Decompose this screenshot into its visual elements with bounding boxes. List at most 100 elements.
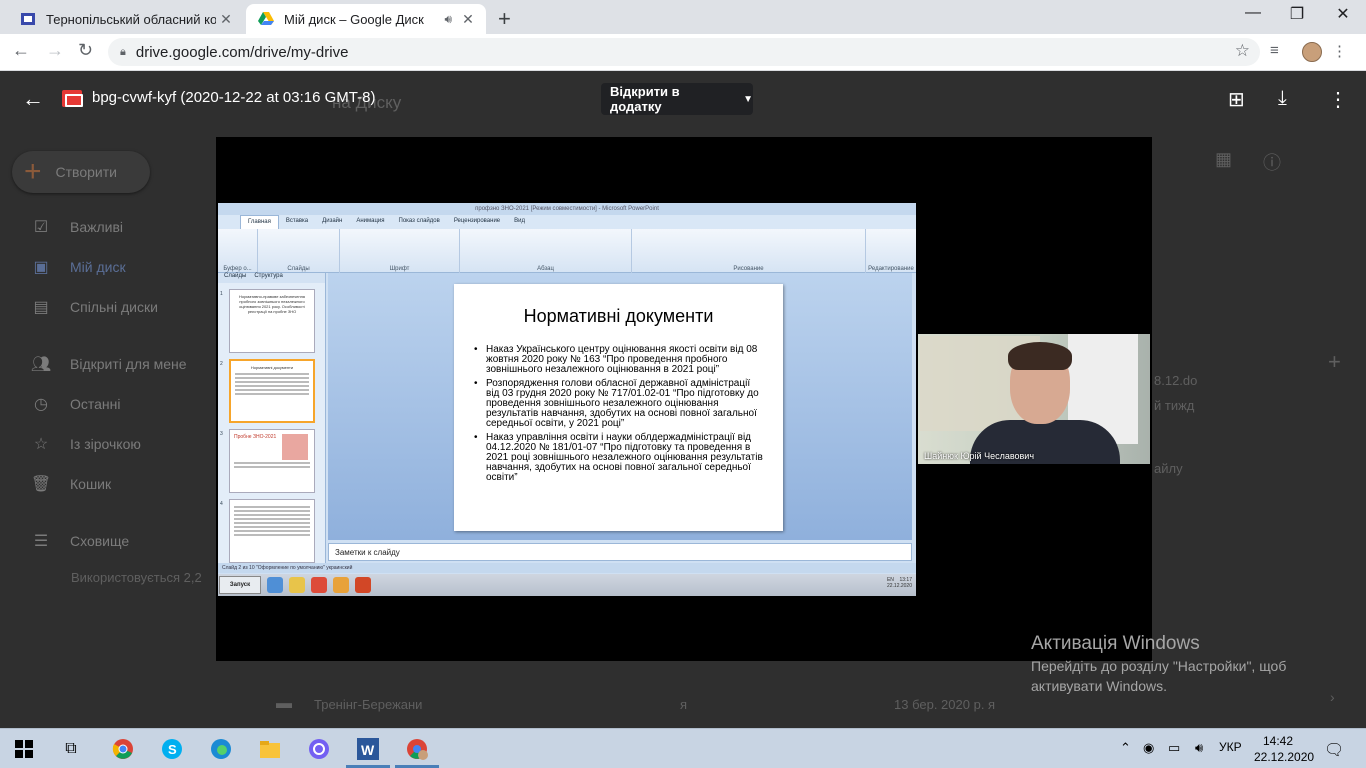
bullet-item: Наказ управління освіти і науки облдержа… bbox=[474, 433, 763, 483]
file-modifier: я bbox=[988, 697, 996, 712]
open-with-label: Відкрити в додатку bbox=[610, 84, 680, 114]
storage-usage-text: Використовується 2,2 bbox=[71, 570, 202, 585]
sidebar-item-storage[interactable]: ☰ Сховище bbox=[30, 531, 129, 551]
skype-icon[interactable]: S bbox=[158, 735, 186, 763]
chrome-icon[interactable] bbox=[109, 735, 137, 763]
minimize-button[interactable]: — bbox=[1230, 4, 1276, 22]
battery-icon[interactable]: ▭ bbox=[1168, 740, 1180, 756]
sidebar-item-priority[interactable]: ☑ Важливі bbox=[30, 217, 123, 237]
viewer-file-title: bpg-cvwf-kyf (2020-12-22 at 03:16 GMT-8) bbox=[92, 89, 376, 106]
back-icon[interactable]: ← bbox=[12, 40, 30, 61]
sidebar-item-label: Останні bbox=[70, 396, 121, 412]
tab-animation[interactable]: Анимация bbox=[349, 215, 391, 229]
bullet-item: Розпорядження голови обласної державної … bbox=[474, 379, 763, 429]
my-drive-icon: ▣ bbox=[33, 259, 49, 276]
windows-start-icon[interactable] bbox=[10, 735, 38, 763]
plus-icon: + bbox=[24, 155, 42, 188]
ie-icon[interactable] bbox=[267, 577, 283, 593]
close-window-button[interactable]: ✕ bbox=[1320, 4, 1366, 24]
tab-google-drive[interactable]: Мій диск – Google Диск 🔊︎ ✕ bbox=[246, 4, 486, 34]
storage-icon: ☰ bbox=[33, 533, 49, 550]
restore-button[interactable]: ❐ bbox=[1274, 4, 1320, 24]
clock-icon: ◷ bbox=[34, 396, 48, 413]
file-explorer-icon[interactable] bbox=[256, 735, 284, 763]
ribbon-group-font: Шрифт bbox=[340, 229, 460, 273]
trash-icon: 🗑︎ bbox=[30, 476, 52, 493]
notifications-icon[interactable]: 🗨︎ bbox=[1324, 740, 1344, 760]
sidebar-item-starred[interactable]: ☆ Із зірочкою bbox=[30, 434, 141, 454]
tab-school[interactable]: Тернопільський обласний кому ✕ bbox=[8, 4, 244, 34]
xp-date: 22.12.2020 bbox=[886, 583, 912, 589]
tab-design[interactable]: Дизайн bbox=[315, 215, 349, 229]
file-viewer-bar: ← bpg-cvwf-kyf (2020-12-22 at 03:16 GMT-… bbox=[0, 71, 1366, 127]
language-indicator[interactable]: УКР bbox=[1219, 740, 1242, 754]
notes-field[interactable]: Заметки к слайду bbox=[328, 543, 912, 561]
windows-taskbar: ⧉ S W ⌃ ◉ ▭ 🔊︎ УКР 14:42 22.12.2020 🗨︎ bbox=[0, 728, 1366, 768]
close-icon[interactable]: ✕ bbox=[458, 11, 478, 28]
powerpoint-icon[interactable] bbox=[355, 577, 371, 593]
sidebar-item-shared-drives[interactable]: ▤ Спільні диски bbox=[30, 297, 158, 317]
new-tab-button[interactable]: + bbox=[498, 6, 511, 32]
slide-title: Нормативні документи bbox=[523, 306, 714, 326]
open-with-button[interactable]: Відкрити в додатку ▼ bbox=[601, 83, 753, 115]
ppt-window-title: профзно ЗНО-2021 [Режим совместимости] -… bbox=[218, 203, 916, 215]
google-drive-icon bbox=[258, 11, 274, 27]
chrome-profile-icon[interactable] bbox=[395, 735, 439, 768]
folder-icon[interactable] bbox=[289, 577, 305, 593]
add-to-drive-icon[interactable]: ⊞ bbox=[1228, 87, 1245, 112]
tab-insert[interactable]: Вставка bbox=[279, 215, 315, 229]
sidebar-item-my-drive[interactable]: ▣ Мій диск bbox=[30, 257, 125, 277]
sidebar-item-label: Відкриті для мене bbox=[70, 356, 187, 372]
current-slide: Нормативні документи Наказ Українського … bbox=[454, 284, 783, 531]
profile-avatar[interactable] bbox=[1302, 42, 1322, 62]
chrome-icon[interactable] bbox=[311, 577, 327, 593]
menu-icon[interactable]: ⋮ bbox=[1332, 42, 1347, 60]
tab-slides[interactable]: Слайды bbox=[224, 273, 246, 283]
chevron-up-icon[interactable]: ⌃ bbox=[1120, 740, 1131, 756]
system-clock[interactable]: 14:42 22.12.2020 bbox=[1254, 733, 1314, 765]
slide-thumbnail[interactable]: Пробне ЗНО-2021 bbox=[229, 429, 315, 493]
close-icon[interactable]: ✕ bbox=[216, 11, 236, 28]
slide-bullets: Наказ Українського центру оцінювання яко… bbox=[474, 345, 763, 483]
tab-home[interactable]: Главная bbox=[240, 215, 279, 229]
reading-list-icon[interactable]: ≡ bbox=[1270, 42, 1279, 59]
slide-thumbnail[interactable] bbox=[229, 499, 315, 563]
people-icon: 👥︎ bbox=[30, 356, 52, 373]
viber-tray-icon[interactable]: ◉ bbox=[1143, 740, 1154, 756]
activation-line: активувати Windows. bbox=[1031, 678, 1167, 694]
sidebar-item-label: Кошик bbox=[70, 476, 112, 492]
add-addon-icon: + bbox=[1328, 349, 1341, 374]
slide-thumbnail[interactable]: Нормативно-правове забезпечення пробного… bbox=[229, 289, 315, 353]
ribbon-group-slides: Слайды bbox=[258, 229, 340, 273]
download-icon[interactable]: ⤓ bbox=[1278, 87, 1287, 110]
viber-icon[interactable] bbox=[305, 735, 333, 763]
tab-outline[interactable]: Структура bbox=[254, 273, 282, 283]
sidebar-item-shared-with-me[interactable]: 👥︎ Відкриті для мене bbox=[30, 354, 187, 374]
media-icon[interactable] bbox=[333, 577, 349, 593]
sidebar-item-recent[interactable]: ◷ Останні bbox=[30, 394, 121, 414]
tab-review[interactable]: Рецензирование bbox=[447, 215, 507, 229]
url-field[interactable]: 🔒︎ drive.google.com/drive/my-drive ☆ bbox=[108, 38, 1260, 66]
sidebar-item-trash[interactable]: 🗑︎ Кошик bbox=[30, 474, 111, 494]
back-arrow-icon[interactable]: ← bbox=[22, 86, 44, 112]
xp-start-button[interactable]: Запуск bbox=[219, 576, 261, 594]
star-icon: ☆ bbox=[33, 436, 49, 453]
edge-icon[interactable] bbox=[207, 735, 235, 763]
participant-name: Шайнюк Юрій Чеславович bbox=[924, 451, 1035, 461]
slide-thumbnail-selected[interactable]: Нормативні документи bbox=[229, 359, 315, 423]
volume-icon[interactable]: 🔊︎ bbox=[1195, 740, 1203, 756]
speaker-icon[interactable]: 🔊︎ bbox=[444, 12, 452, 27]
video-file-icon bbox=[62, 90, 83, 107]
svg-text:W: W bbox=[361, 742, 375, 758]
tab-view[interactable]: Вид bbox=[507, 215, 532, 229]
create-button[interactable]: + Створити bbox=[12, 151, 150, 193]
info-icon: ⓘ bbox=[1263, 153, 1281, 173]
reload-icon[interactable]: ↻ bbox=[78, 40, 93, 61]
forward-icon[interactable]: → bbox=[46, 40, 64, 61]
bullet-item: Наказ Українського центру оцінювання яко… bbox=[474, 345, 763, 375]
bookmark-star-icon[interactable]: ☆ bbox=[1235, 41, 1250, 61]
task-view-icon[interactable]: ⧉ bbox=[57, 735, 85, 763]
more-options-icon[interactable]: ⋮ bbox=[1328, 87, 1348, 112]
tab-slideshow[interactable]: Показ слайдов bbox=[392, 215, 447, 229]
word-icon[interactable]: W bbox=[346, 735, 390, 768]
